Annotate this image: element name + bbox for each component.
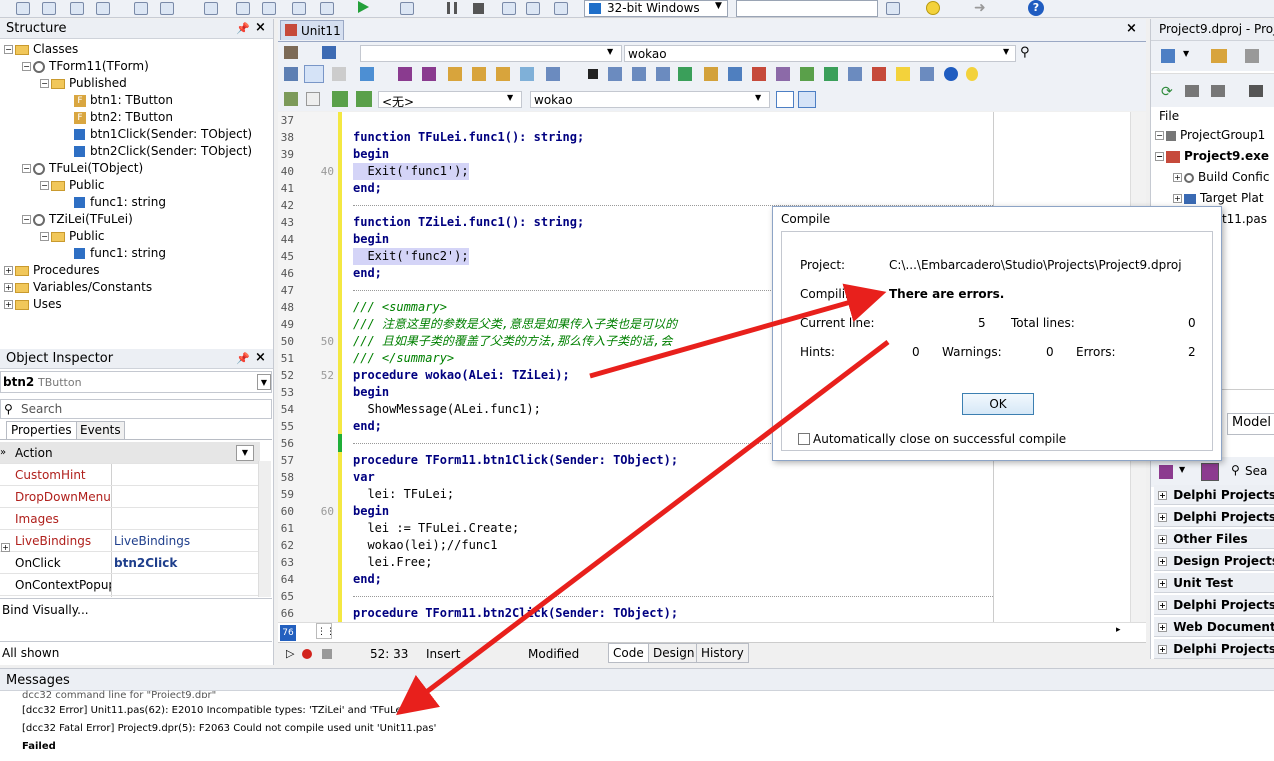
arrow-to-message (396, 340, 890, 716)
arrow-to-errors (589, 283, 887, 379)
annotation-arrows (396, 283, 890, 716)
